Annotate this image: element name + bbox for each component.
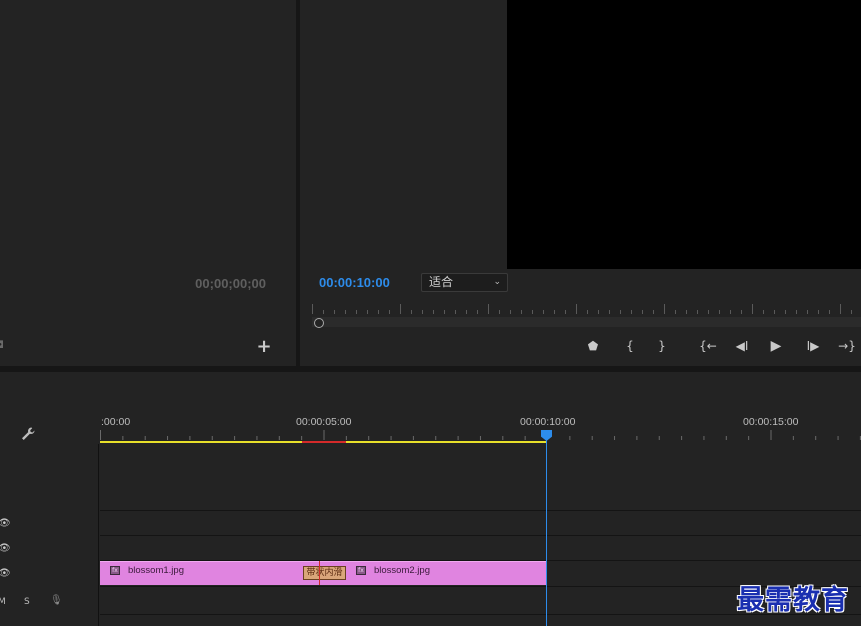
zoom-level-value: 适合 [429, 275, 454, 289]
program-scrub-track[interactable] [312, 317, 861, 327]
edit-point-line [319, 561, 320, 585]
track-v3[interactable] [100, 510, 861, 535]
add-button[interactable]: + [256, 338, 272, 356]
go-to-in-button[interactable]: {← [697, 338, 719, 354]
ruler-label-5s: 00:00:05:00 [296, 416, 352, 428]
zoom-level-select[interactable]: 适合 ⌄ [421, 273, 508, 292]
mark-out-button[interactable]: } [655, 338, 669, 354]
eye-icon[interactable]: 👁 [0, 568, 11, 579]
eye-icon[interactable]: 👁 [0, 543, 11, 554]
ruler-label-10s: 00:00:10:00 [520, 416, 576, 428]
source-monitor-panel [0, 0, 296, 366]
step-back-button[interactable]: ◀I [732, 338, 752, 354]
clip-blossom2[interactable]: fx blossom2.jpg [320, 561, 546, 585]
ruler-label-0: :00:00 [101, 416, 131, 428]
play-button[interactable]: ▶ [768, 338, 784, 354]
clip-name: blossom1.jpg [128, 565, 184, 576]
wrench-icon[interactable] [20, 426, 36, 442]
go-to-out-button[interactable]: →} [836, 338, 858, 354]
mark-in-button[interactable]: { [623, 338, 637, 354]
fx-badge[interactable]: fx [110, 566, 120, 575]
solo-button[interactable]: S [24, 597, 30, 607]
clip-blossom1[interactable]: fx blossom1.jpg [100, 561, 319, 585]
clip-name: blossom2.jpg [374, 565, 430, 576]
timeline-playhead-line[interactable] [546, 440, 547, 626]
fx-badge[interactable]: fx [356, 566, 366, 575]
program-timecode[interactable]: 00:00:10:00 [319, 275, 390, 290]
ruler-label-15s: 00:00:15:00 [743, 416, 799, 428]
mute-button[interactable]: M [0, 597, 6, 607]
camera-icon[interactable]: ◘ [0, 340, 6, 351]
step-forward-button[interactable]: I▶ [803, 338, 823, 354]
program-video-display [507, 0, 861, 269]
microphone-icon[interactable]: 🎙 [50, 595, 63, 606]
chevron-down-icon: ⌄ [493, 277, 501, 287]
program-time-ruler[interactable] [312, 300, 861, 316]
program-playhead[interactable] [314, 318, 324, 328]
eye-icon[interactable]: 👁 [0, 518, 11, 529]
source-timecode[interactable]: 00;00;00;00 [160, 276, 266, 291]
transition-effect[interactable]: 带状内滑 [303, 566, 346, 580]
add-marker-button[interactable]: ⬟ [586, 338, 600, 354]
track-v2[interactable] [100, 535, 861, 560]
watermark-logo: 最需教育 [737, 585, 849, 616]
render-status-bar [302, 441, 346, 443]
